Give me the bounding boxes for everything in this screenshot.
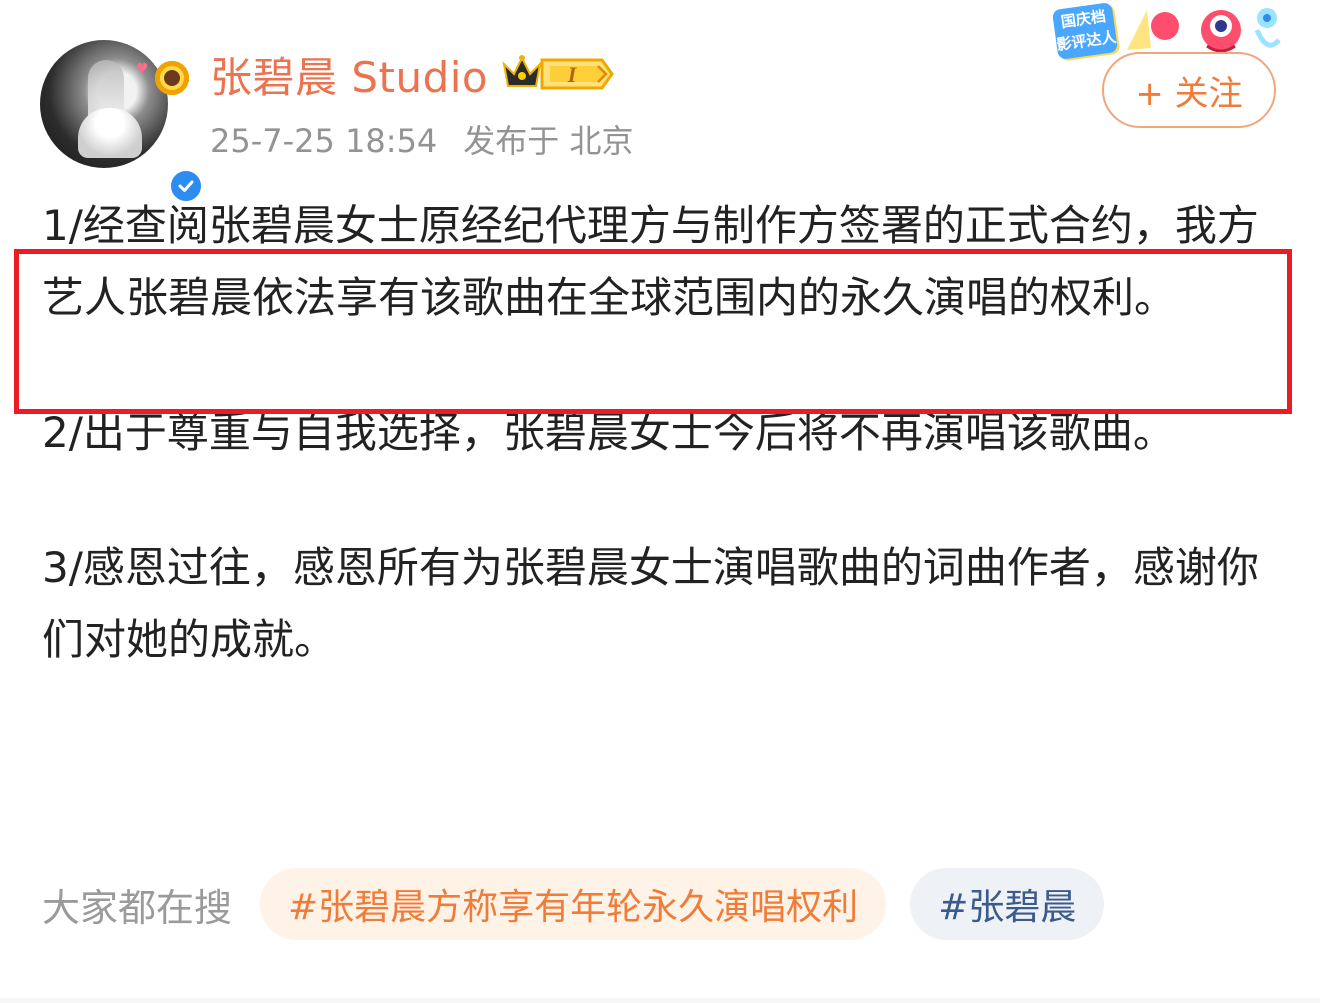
mascot-icon [1127, 8, 1281, 53]
trending-search-label: 大家都在搜 [42, 885, 233, 930]
avatar-dress [78, 108, 142, 158]
svg-text:I: I [567, 62, 578, 87]
author-row: 张碧晨 Studio I [210, 46, 616, 102]
trending-search-row: 大家都在搜 #张碧晨方称享有年轮永久演唱权利 #张碧晨 [42, 868, 1128, 940]
post-paragraph-2: 2/出于尊重与自我选择，张碧晨女士今后将不再演唱该歌曲。 [42, 408, 1175, 457]
heart-icon: ♥ [136, 61, 149, 77]
divider [0, 998, 1320, 1003]
avatar-pendant-icon [152, 58, 192, 98]
follow-button[interactable]: + 关注 [1102, 52, 1276, 128]
post-paragraph-1: 1/经查阅张碧晨女士原经纪代理方与制作方签署的正式合约，我方艺人张碧晨依法享有该… [42, 201, 1259, 322]
post-timestamp: 25-7-25 18:54 [210, 122, 438, 160]
vip-crown-badge[interactable]: I [502, 52, 616, 96]
avatar[interactable] [40, 40, 168, 168]
post-location: 发布于 北京 [463, 122, 634, 160]
author-name[interactable]: 张碧晨 Studio [210, 44, 488, 105]
event-badge-label: 国庆档 影评达人 [1051, 2, 1119, 60]
crown-icon: I [502, 55, 614, 90]
post-content: 1/经查阅张碧晨女士原经纪代理方与制作方签署的正式合约，我方艺人张碧晨依法享有该… [42, 190, 1282, 676]
follow-button-label: + 关注 [1135, 73, 1243, 114]
post-meta: 25-7-25 18:54 发布于 北京 [210, 116, 633, 162]
trending-tag-1[interactable]: #张碧晨方称享有年轮永久演唱权利 [260, 868, 887, 940]
event-badge[interactable]: 国庆档 影评达人 [1045, 0, 1320, 60]
author-avatar-container[interactable]: ♥ [40, 40, 204, 204]
post-paragraph-3: 3/感恩过往，感恩所有为张碧晨女士演唱歌曲的词曲作者，感谢你们对她的成就。 [42, 543, 1259, 664]
trending-tag-2[interactable]: #张碧晨 [910, 868, 1105, 940]
